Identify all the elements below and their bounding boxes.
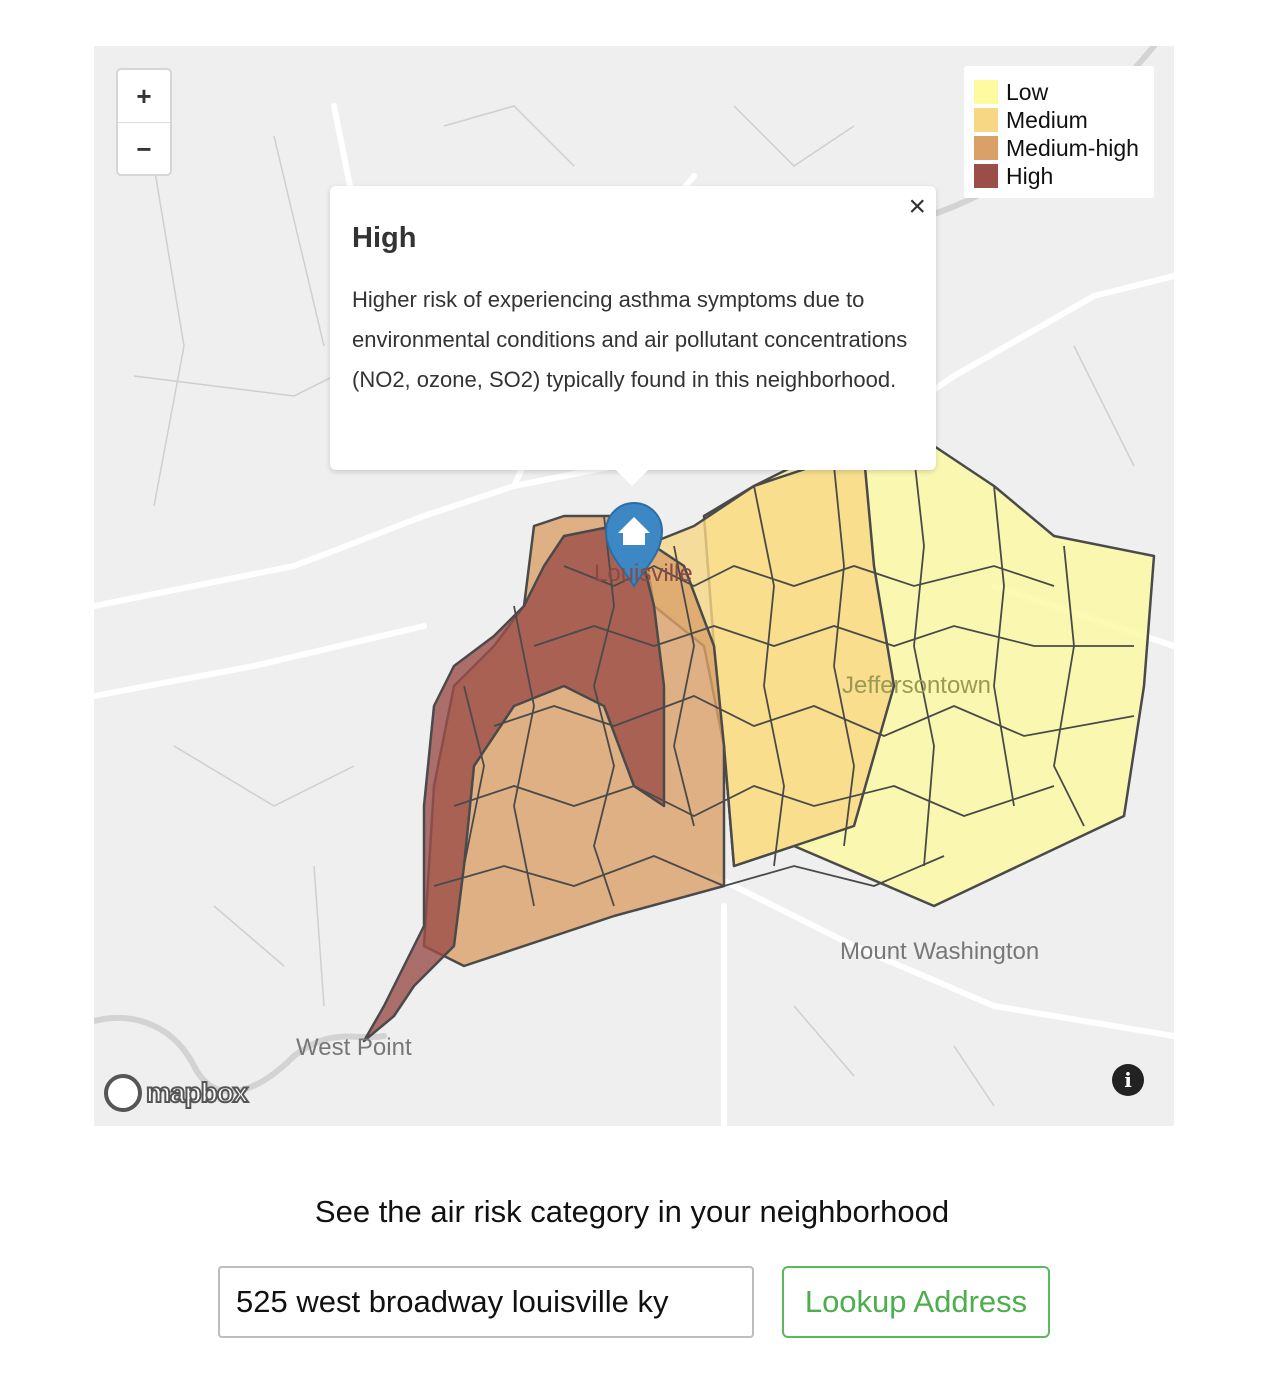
mapbox-logo-icon <box>104 1074 142 1112</box>
lookup-address-button[interactable]: Lookup Address <box>782 1266 1050 1338</box>
zoom-in-button[interactable]: + <box>118 70 170 123</box>
legend-label: Medium-high <box>1006 134 1139 161</box>
popup-tip <box>616 470 648 486</box>
place-label-west-point: West Point <box>296 1034 412 1061</box>
zoom-out-button[interactable]: − <box>118 123 170 175</box>
map-legend: Low Medium Medium-high High <box>964 66 1154 198</box>
place-label-mount-washington: Mount Washington <box>840 938 1040 965</box>
legend-label: Low <box>1006 78 1049 105</box>
legend-swatch <box>974 108 998 132</box>
risk-map[interactable]: Louisville Jeffersontown Mount Washingto… <box>94 46 1174 1126</box>
address-input[interactable] <box>218 1266 754 1338</box>
risk-popup: × High Higher risk of experiencing asthm… <box>330 186 936 486</box>
lookup-heading: See the air risk category in your neighb… <box>314 1194 950 1229</box>
popup-description: Higher risk of experiencing asthma sympt… <box>352 287 908 392</box>
legend-swatch <box>974 164 998 188</box>
close-icon[interactable]: × <box>908 190 926 224</box>
mapbox-wordmark: mapbox <box>145 1076 249 1109</box>
info-icon[interactable]: i <box>1112 1064 1144 1096</box>
legend-item-medium-high: Medium-high <box>974 134 1144 162</box>
popup-title: High <box>352 222 417 254</box>
legend-item-medium: Medium <box>974 106 1144 134</box>
legend-label: Medium <box>1006 106 1088 133</box>
legend-item-high: High <box>974 162 1144 190</box>
place-label-jeffersontown: Jeffersontown <box>842 672 991 699</box>
place-label-louisville: Louisville <box>594 560 693 587</box>
legend-swatch <box>974 80 998 104</box>
mapbox-logo[interactable]: mapbox <box>104 1074 249 1112</box>
legend-label: High <box>1006 162 1054 189</box>
legend-swatch <box>974 136 998 160</box>
legend-item-low: Low <box>974 78 1144 106</box>
zoom-control: + − <box>116 68 172 176</box>
